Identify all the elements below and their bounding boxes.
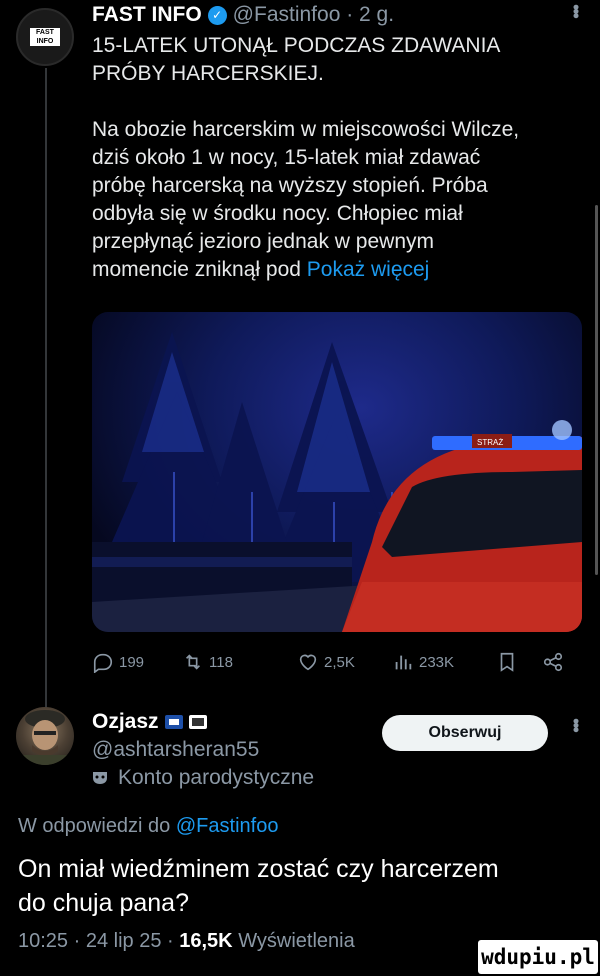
flag-emoji-icon: [164, 715, 183, 729]
body-line: momencie zniknął pod: [92, 258, 301, 281]
replying-to-handle[interactable]: @Fastinfoo: [176, 815, 279, 837]
author-name[interactable]: FAST INFO: [92, 3, 202, 27]
body-line: dziś około 1 w nocy, 15-latek miał zdawa…: [92, 146, 481, 169]
user-photo: [22, 710, 68, 765]
replying-to-prefix: W odpowiedzi do: [18, 815, 171, 837]
action-bar: 199 118 2,5K 233K: [92, 648, 582, 676]
views-button[interactable]: 233K: [392, 648, 454, 676]
reply-views-count: 16,5K: [179, 930, 233, 952]
repost-button[interactable]: 118: [182, 648, 233, 676]
body-line: przepłynąć jezioro jednak w pewnym: [92, 230, 434, 253]
reply-avatar[interactable]: [16, 707, 74, 765]
repost-icon: [185, 654, 201, 670]
parody-mask-icon: [93, 772, 107, 784]
account-type-text: Konto parodystyczne: [118, 766, 315, 789]
more-options-icon[interactable]: •••: [565, 4, 586, 17]
night-scene-image: STRAŻ: [92, 332, 582, 632]
post-body: Na obozie harcerskim w miejscowości Wilc…: [92, 116, 582, 284]
parody-label: Konto parodystyczne: [92, 766, 314, 790]
verified-badge-icon: ✓: [207, 5, 227, 25]
body-line: Na obozie harcerskim w miejscowości Wilc…: [92, 118, 520, 141]
replying-to: W odpowiedzi do @Fastinfoo: [18, 815, 278, 838]
post-headline: 15-LATEK UTONĄŁ PODCZAS ZDAWANIA PRÓBY H…: [92, 32, 582, 88]
reply-text: On miał wiedźminem zostać czy harcerzem …: [18, 852, 588, 920]
reply-date[interactable]: 24 lip 25: [86, 930, 162, 952]
reply-views-label: Wyświetlenia: [238, 930, 355, 952]
post-image[interactable]: STRAŻ: [92, 312, 582, 632]
bookmark-icon: [500, 652, 514, 672]
separator-dot: ·: [340, 3, 360, 26]
like-button[interactable]: 2,5K: [297, 648, 355, 676]
flag-emoji-icon: [188, 715, 207, 729]
reply-text-line: do chuja pana?: [18, 889, 189, 917]
heart-icon: [299, 654, 317, 671]
post-header: FAST INFO ✓ @Fastinfoo · 2 g.: [92, 2, 394, 28]
reply-count: 199: [119, 653, 145, 671]
share-button[interactable]: [542, 648, 569, 676]
like-count: 2,5K: [324, 653, 355, 671]
reply-text-line: On miał wiedźminem zostać czy harcerzem: [18, 855, 499, 883]
post-age[interactable]: 2 g.: [359, 3, 394, 27]
avatar[interactable]: FAST INFO: [16, 8, 74, 66]
follow-button[interactable]: Obserwuj: [382, 715, 548, 751]
bookmark-button[interactable]: [496, 648, 523, 676]
headline-line: PRÓBY HARCERSKIEJ.: [92, 62, 324, 85]
thread-line: [45, 68, 47, 708]
reply-icon: [93, 653, 113, 673]
views-count: 233K: [419, 653, 455, 671]
more-options-icon[interactable]: •••: [565, 718, 586, 731]
reply-author-name: Ozjasz: [92, 710, 159, 733]
separator-dot: ·: [73, 930, 86, 952]
reply-meta: 10:25 · 24 lip 25 · 16,5K Wyświetlenia: [18, 930, 355, 953]
reply-author-handle[interactable]: @ashtarsheran55: [92, 738, 259, 762]
body-line: odbyła się w środku nocy. Chłopiec miał: [92, 202, 463, 225]
show-more-link[interactable]: Pokaż więcej: [307, 258, 430, 281]
post-text: 15-LATEK UTONĄŁ PODCZAS ZDAWANIA PRÓBY H…: [92, 32, 582, 312]
scrollbar[interactable]: [595, 205, 598, 575]
author-handle[interactable]: @Fastinfoo: [233, 3, 341, 27]
reply-author[interactable]: Ozjasz: [92, 710, 207, 734]
reply-time[interactable]: 10:25: [18, 930, 68, 952]
headline-line: 15-LATEK UTONĄŁ PODCZAS ZDAWANIA: [92, 34, 501, 57]
views-chart-icon: [395, 655, 412, 670]
vehicle-marking: STRAŻ: [477, 438, 503, 447]
site-watermark: wdupiu.pl: [478, 940, 598, 974]
separator-dot: ·: [167, 930, 180, 952]
repost-count: 118: [209, 653, 233, 671]
fast-info-logo: FAST INFO: [30, 28, 60, 46]
reply-button[interactable]: 199: [92, 648, 144, 676]
body-line: próbę harcerską na wyższy stopień. Próba: [92, 174, 488, 197]
share-icon: [543, 652, 563, 672]
